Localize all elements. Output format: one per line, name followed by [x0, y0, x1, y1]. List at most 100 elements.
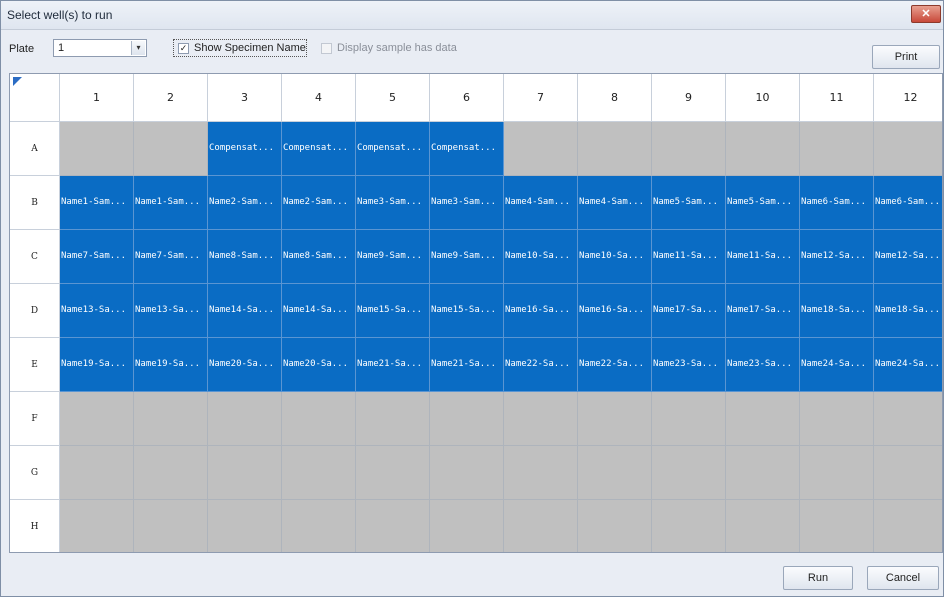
well-cell[interactable]: Name22-Sa...: [504, 338, 578, 392]
well-cell[interactable]: [282, 392, 356, 446]
well-cell[interactable]: Name10-Sa...: [504, 230, 578, 284]
well-cell[interactable]: [208, 446, 282, 500]
well-cell[interactable]: [282, 446, 356, 500]
well-cell[interactable]: [134, 446, 208, 500]
well-cell[interactable]: [726, 446, 800, 500]
well-cell[interactable]: Name3-Sam...: [356, 176, 430, 230]
well-cell[interactable]: [134, 500, 208, 552]
well-cell[interactable]: Name2-Sam...: [282, 176, 356, 230]
well-cell[interactable]: [874, 122, 942, 176]
well-cell[interactable]: [652, 446, 726, 500]
well-cell[interactable]: Name18-Sa...: [800, 284, 874, 338]
well-cell[interactable]: [874, 446, 942, 500]
well-cell[interactable]: Name23-Sa...: [726, 338, 800, 392]
column-header[interactable]: 4: [282, 74, 356, 122]
well-cell[interactable]: [60, 446, 134, 500]
display-sample-has-data-checkbox[interactable]: Display sample has data: [321, 39, 457, 57]
well-cell[interactable]: Name2-Sam...: [208, 176, 282, 230]
well-cell[interactable]: Name5-Sam...: [652, 176, 726, 230]
well-cell[interactable]: Name9-Sam...: [356, 230, 430, 284]
well-cell[interactable]: Compensat...: [282, 122, 356, 176]
well-cell[interactable]: [60, 500, 134, 552]
column-header[interactable]: 11: [800, 74, 874, 122]
column-header[interactable]: 10: [726, 74, 800, 122]
row-header[interactable]: C: [10, 230, 60, 284]
row-header[interactable]: A: [10, 122, 60, 176]
well-cell[interactable]: Name20-Sa...: [208, 338, 282, 392]
well-cell[interactable]: Name24-Sa...: [800, 338, 874, 392]
well-cell[interactable]: [874, 500, 942, 552]
well-cell[interactable]: Name21-Sa...: [430, 338, 504, 392]
well-cell[interactable]: Name17-Sa...: [652, 284, 726, 338]
row-header[interactable]: D: [10, 284, 60, 338]
well-cell[interactable]: [356, 500, 430, 552]
column-header[interactable]: 5: [356, 74, 430, 122]
cancel-button[interactable]: Cancel: [867, 566, 939, 590]
well-cell[interactable]: Name14-Sa...: [208, 284, 282, 338]
well-cell[interactable]: Name16-Sa...: [578, 284, 652, 338]
well-cell[interactable]: Name17-Sa...: [726, 284, 800, 338]
column-header[interactable]: 7: [504, 74, 578, 122]
plate-select[interactable]: 1 ▾: [53, 39, 147, 57]
well-cell[interactable]: Name15-Sa...: [430, 284, 504, 338]
well-cell[interactable]: [504, 500, 578, 552]
column-header[interactable]: 6: [430, 74, 504, 122]
well-cell[interactable]: [800, 122, 874, 176]
well-cell[interactable]: Name23-Sa...: [652, 338, 726, 392]
well-cell[interactable]: Name4-Sam...: [578, 176, 652, 230]
column-header[interactable]: 3: [208, 74, 282, 122]
well-cell[interactable]: [578, 446, 652, 500]
row-header[interactable]: E: [10, 338, 60, 392]
well-cell[interactable]: [430, 500, 504, 552]
well-cell[interactable]: [356, 446, 430, 500]
well-cell[interactable]: Name1-Sam...: [60, 176, 134, 230]
well-cell[interactable]: [578, 122, 652, 176]
well-cell[interactable]: [504, 122, 578, 176]
well-cell[interactable]: [430, 392, 504, 446]
well-cell[interactable]: Name9-Sam...: [430, 230, 504, 284]
well-cell[interactable]: [208, 500, 282, 552]
column-header[interactable]: 12: [874, 74, 942, 122]
column-header[interactable]: 2: [134, 74, 208, 122]
column-header[interactable]: 1: [60, 74, 134, 122]
well-cell[interactable]: [578, 392, 652, 446]
close-button[interactable]: ✕: [911, 5, 941, 23]
well-cell[interactable]: Name15-Sa...: [356, 284, 430, 338]
well-cell[interactable]: Name3-Sam...: [430, 176, 504, 230]
well-cell[interactable]: Name13-Sa...: [134, 284, 208, 338]
well-cell[interactable]: Name6-Sam...: [874, 176, 942, 230]
row-header[interactable]: B: [10, 176, 60, 230]
well-cell[interactable]: [726, 500, 800, 552]
well-cell[interactable]: Name12-Sa...: [874, 230, 942, 284]
well-cell[interactable]: [60, 122, 134, 176]
well-cell[interactable]: Name8-Sam...: [282, 230, 356, 284]
well-cell[interactable]: Name13-Sa...: [60, 284, 134, 338]
select-all-corner[interactable]: [10, 74, 60, 122]
well-cell[interactable]: Name18-Sa...: [874, 284, 942, 338]
well-cell[interactable]: Name20-Sa...: [282, 338, 356, 392]
well-cell[interactable]: Name8-Sam...: [208, 230, 282, 284]
well-cell[interactable]: Name7-Sam...: [134, 230, 208, 284]
unchecked-box-icon[interactable]: [321, 42, 332, 54]
well-cell[interactable]: [578, 500, 652, 552]
row-header[interactable]: F: [10, 392, 60, 446]
well-cell[interactable]: [356, 392, 430, 446]
well-cell[interactable]: Name22-Sa...: [578, 338, 652, 392]
well-cell[interactable]: [430, 446, 504, 500]
run-button[interactable]: Run: [783, 566, 853, 590]
well-cell[interactable]: [134, 122, 208, 176]
well-cell[interactable]: [726, 392, 800, 446]
well-cell[interactable]: Name21-Sa...: [356, 338, 430, 392]
well-cell[interactable]: [726, 122, 800, 176]
well-cell[interactable]: [652, 122, 726, 176]
well-cell[interactable]: [504, 446, 578, 500]
well-cell[interactable]: Name5-Sam...: [726, 176, 800, 230]
well-cell[interactable]: Name10-Sa...: [578, 230, 652, 284]
well-cell[interactable]: Name24-Sa...: [874, 338, 942, 392]
column-header[interactable]: 9: [652, 74, 726, 122]
well-cell[interactable]: [652, 500, 726, 552]
well-cell[interactable]: [208, 392, 282, 446]
well-cell[interactable]: Name7-Sam...: [60, 230, 134, 284]
well-cell[interactable]: Compensat...: [208, 122, 282, 176]
well-cell[interactable]: Name1-Sam...: [134, 176, 208, 230]
